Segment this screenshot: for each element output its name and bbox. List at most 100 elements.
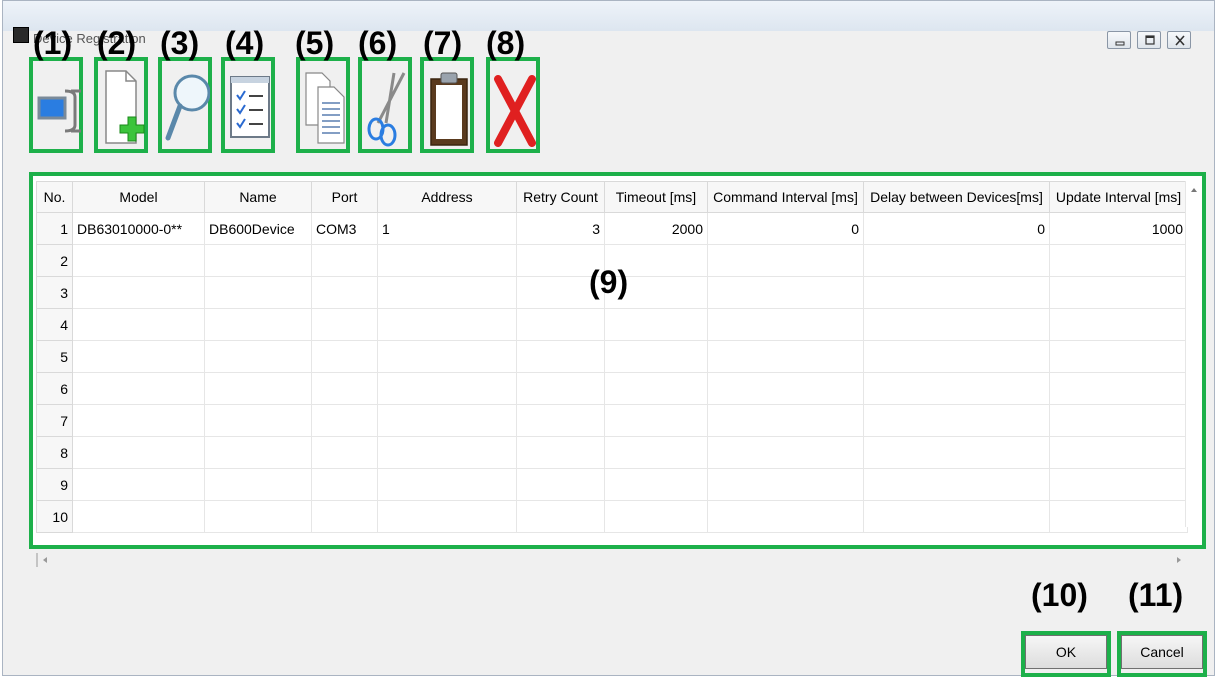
- table-cell[interactable]: [204, 308, 312, 341]
- table-cell[interactable]: [863, 340, 1050, 373]
- table-cell[interactable]: DB63010000-0**: [72, 212, 205, 245]
- table-cell[interactable]: DB600Device: [204, 212, 312, 245]
- toolbar-button-add[interactable]: [94, 57, 148, 153]
- column-header[interactable]: Retry Count: [516, 181, 605, 213]
- table-cell[interactable]: [1049, 244, 1188, 277]
- toolbar-button-copy[interactable]: [296, 57, 350, 153]
- table-cell[interactable]: [516, 436, 605, 469]
- column-header[interactable]: Port: [311, 181, 378, 213]
- vertical-scrollbar[interactable]: [1185, 181, 1202, 527]
- table-cell[interactable]: 3: [516, 212, 605, 245]
- column-header[interactable]: Address: [377, 181, 517, 213]
- table-cell[interactable]: [707, 308, 864, 341]
- table-cell[interactable]: [863, 308, 1050, 341]
- table-cell[interactable]: [863, 436, 1050, 469]
- table-cell[interactable]: [377, 404, 517, 437]
- table-cell[interactable]: [204, 500, 312, 533]
- toolbar-button-properties[interactable]: [221, 57, 275, 153]
- device-grid[interactable]: No. Model Name Port Address Retry Count Timeou…: [29, 172, 1206, 549]
- table-cell[interactable]: [604, 468, 708, 501]
- table-cell[interactable]: [377, 372, 517, 405]
- table-cell[interactable]: [377, 340, 517, 373]
- table-cell[interactable]: [311, 276, 378, 309]
- table-cell[interactable]: [311, 244, 378, 277]
- table-cell[interactable]: [604, 308, 708, 341]
- table-cell[interactable]: [1049, 404, 1188, 437]
- table-cell[interactable]: [311, 468, 378, 501]
- table-cell[interactable]: [1049, 500, 1188, 533]
- table-cell[interactable]: [311, 500, 378, 533]
- table-cell[interactable]: [72, 244, 205, 277]
- toolbar-button-connect[interactable]: [29, 57, 83, 153]
- toolbar-button-delete[interactable]: [486, 57, 540, 153]
- table-cell[interactable]: [377, 468, 517, 501]
- table-cell[interactable]: [1049, 468, 1188, 501]
- toolbar-button-cut[interactable]: [358, 57, 412, 153]
- column-header[interactable]: Command Interval [ms]: [707, 181, 864, 213]
- column-header[interactable]: Model: [72, 181, 205, 213]
- table-cell[interactable]: 0: [707, 212, 864, 245]
- table-row[interactable]: 7: [36, 404, 1188, 437]
- toolbar-button-search[interactable]: [158, 57, 212, 153]
- table-cell[interactable]: 0: [863, 212, 1050, 245]
- table-cell[interactable]: [1049, 436, 1188, 469]
- table-cell[interactable]: [72, 276, 205, 309]
- table-cell[interactable]: [707, 500, 864, 533]
- table-cell[interactable]: [72, 468, 205, 501]
- table-cell[interactable]: [72, 372, 205, 405]
- table-cell[interactable]: 1000: [1049, 212, 1188, 245]
- table-cell[interactable]: [311, 436, 378, 469]
- table-cell[interactable]: [377, 308, 517, 341]
- table-cell[interactable]: [604, 372, 708, 405]
- table-cell[interactable]: [604, 340, 708, 373]
- table-cell[interactable]: [604, 436, 708, 469]
- column-header[interactable]: Timeout [ms]: [604, 181, 708, 213]
- table-cell[interactable]: [1049, 276, 1188, 309]
- table-cell[interactable]: [707, 276, 864, 309]
- maximize-button[interactable]: [1137, 31, 1161, 49]
- table-cell[interactable]: [707, 468, 864, 501]
- table-cell[interactable]: [707, 340, 864, 373]
- table-row[interactable]: 4: [36, 308, 1188, 341]
- table-cell[interactable]: [707, 244, 864, 277]
- column-header[interactable]: No.: [36, 181, 73, 213]
- table-cell[interactable]: [72, 340, 205, 373]
- table-cell[interactable]: [516, 500, 605, 533]
- table-cell[interactable]: [204, 372, 312, 405]
- table-cell[interactable]: [516, 372, 605, 405]
- table-cell[interactable]: [311, 308, 378, 341]
- table-cell[interactable]: [516, 468, 605, 501]
- column-header[interactable]: Update Interval [ms]: [1049, 181, 1188, 213]
- table-cell[interactable]: [863, 244, 1050, 277]
- table-cell[interactable]: [377, 500, 517, 533]
- table-cell[interactable]: [1049, 372, 1188, 405]
- table-cell[interactable]: [204, 468, 312, 501]
- table-row[interactable]: 1 DB63010000-0** DB600Device COM3 1 3 2000 0 0 10…: [36, 212, 1188, 245]
- table-cell[interactable]: [604, 500, 708, 533]
- table-cell[interactable]: [863, 404, 1050, 437]
- table-cell[interactable]: [311, 372, 378, 405]
- horizontal-scrollbar[interactable]: [35, 549, 1185, 569]
- column-header[interactable]: Name: [204, 181, 312, 213]
- table-cell[interactable]: [311, 404, 378, 437]
- table-cell[interactable]: [377, 244, 517, 277]
- table-cell[interactable]: [311, 340, 378, 373]
- table-cell[interactable]: [516, 404, 605, 437]
- table-cell[interactable]: [707, 404, 864, 437]
- table-cell[interactable]: [516, 340, 605, 373]
- table-cell[interactable]: [204, 404, 312, 437]
- table-cell[interactable]: [1049, 340, 1188, 373]
- table-row[interactable]: 10: [36, 500, 1188, 533]
- table-cell[interactable]: [72, 500, 205, 533]
- table-cell[interactable]: [204, 244, 312, 277]
- table-cell[interactable]: [204, 340, 312, 373]
- table-cell[interactable]: [204, 276, 312, 309]
- table-cell[interactable]: COM3: [311, 212, 378, 245]
- table-cell[interactable]: [863, 500, 1050, 533]
- table-cell[interactable]: [377, 276, 517, 309]
- table-cell[interactable]: [707, 372, 864, 405]
- table-cell[interactable]: 2000: [604, 212, 708, 245]
- table-cell[interactable]: [72, 436, 205, 469]
- table-cell[interactable]: [604, 404, 708, 437]
- table-cell[interactable]: [707, 436, 864, 469]
